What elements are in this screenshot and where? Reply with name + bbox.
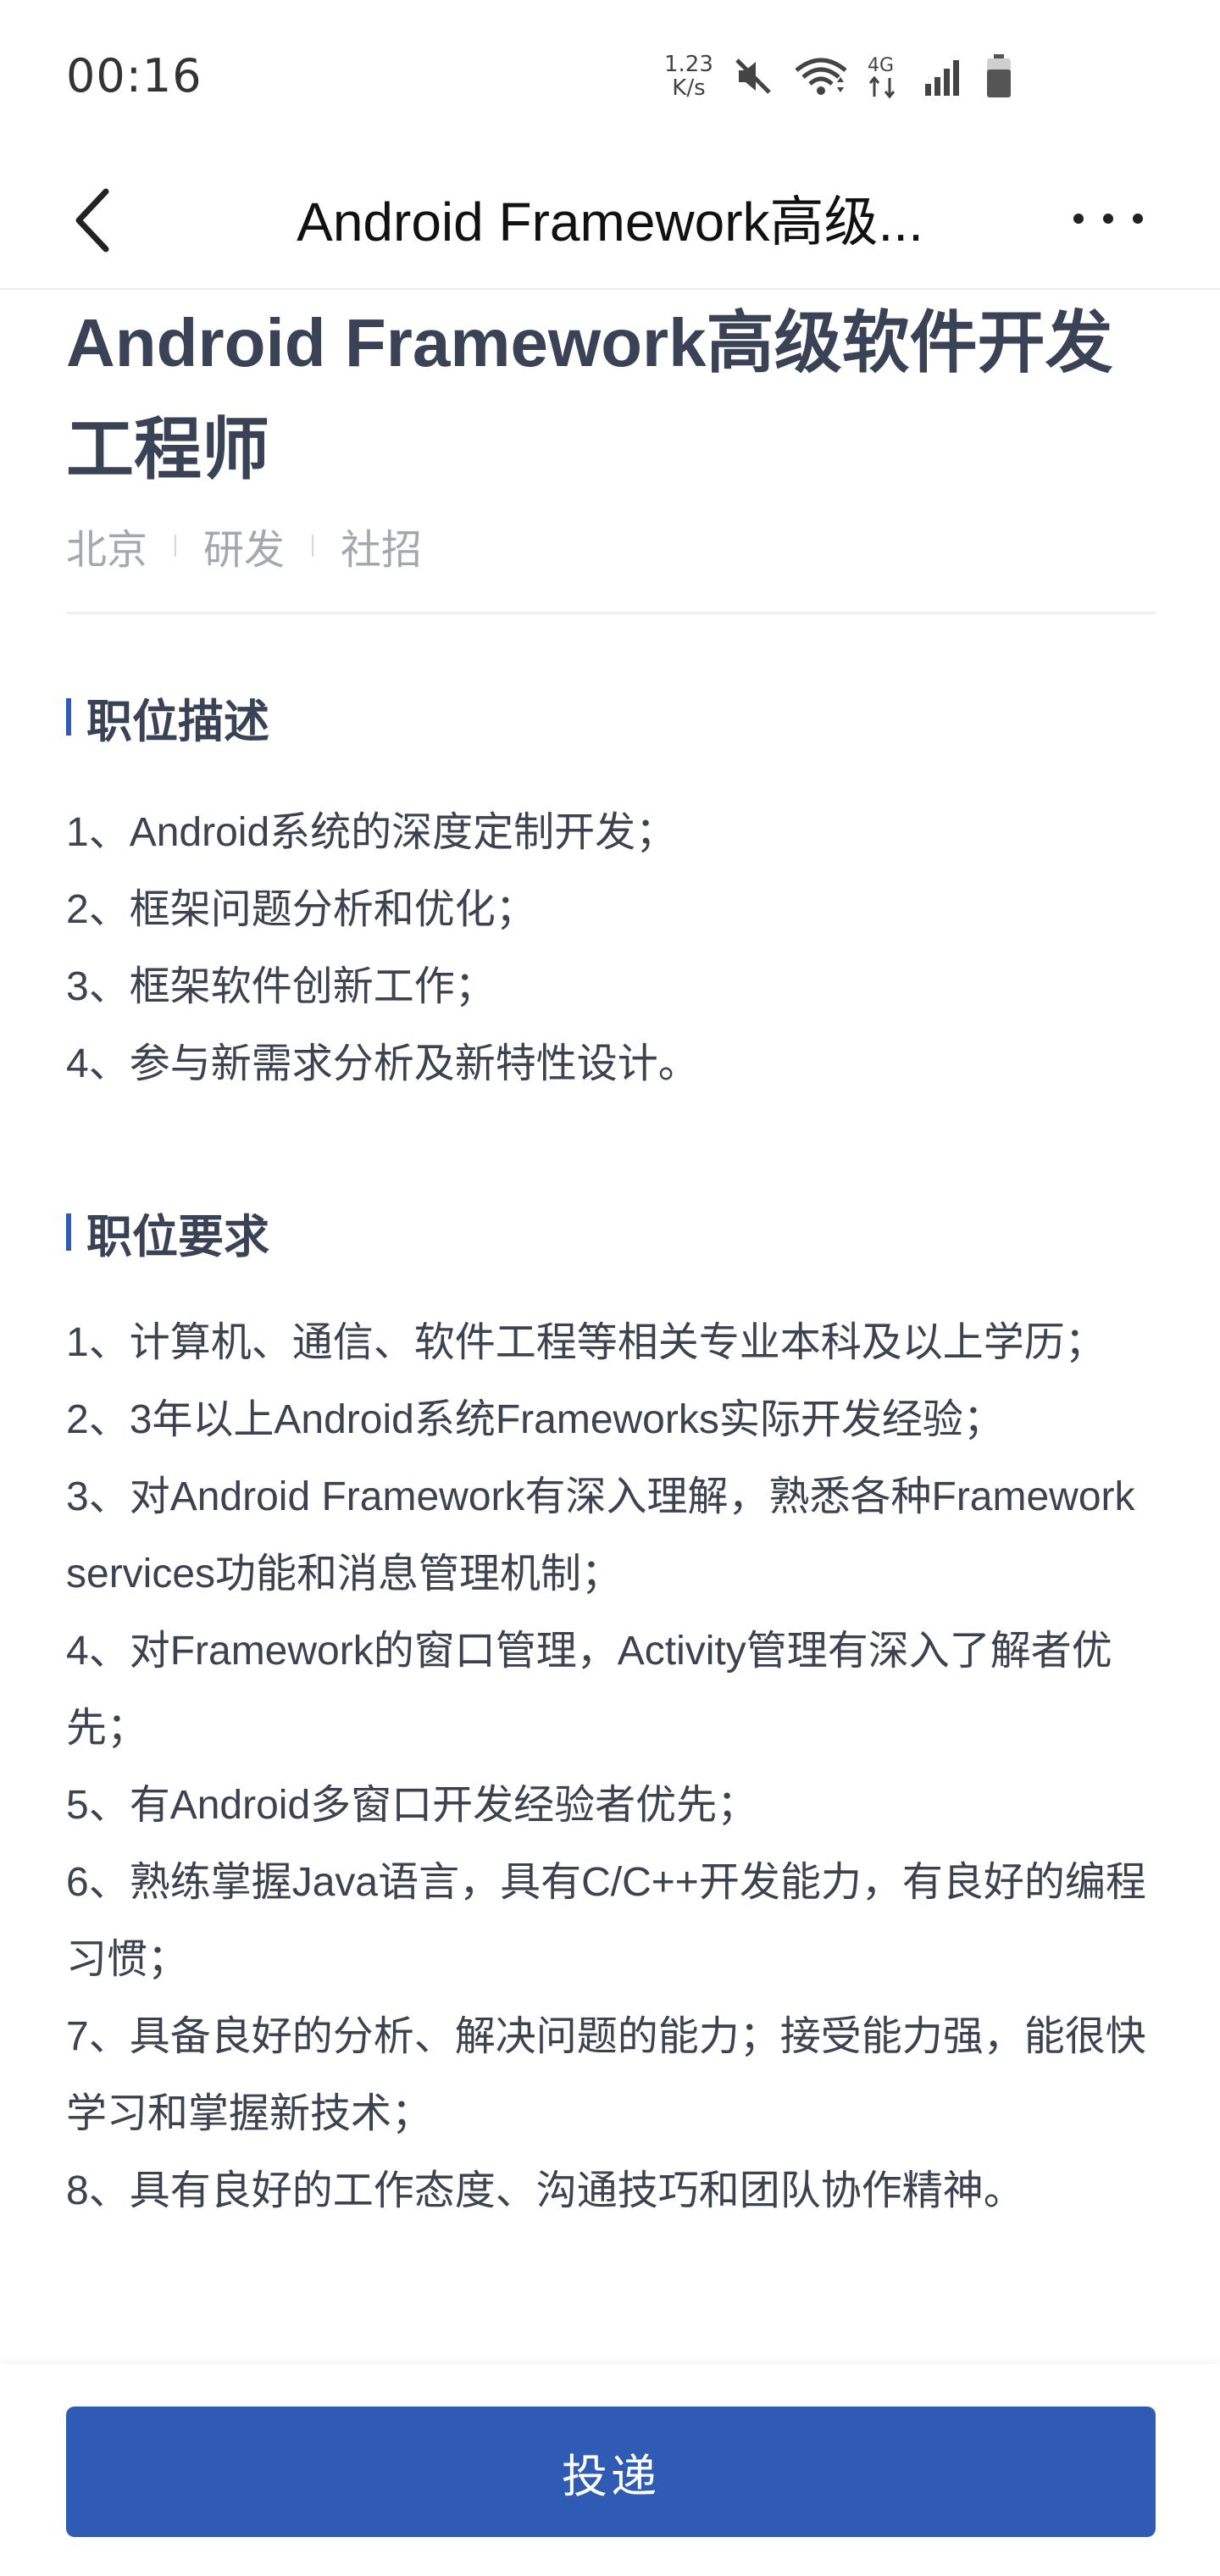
- requirements-list: 1、计算机、通信、软件工程等相关专业本科及以上学历； 2、3年以上Android…: [66, 1304, 1156, 2229]
- wifi-icon: [793, 55, 849, 97]
- status-bar: 00:16 1.23 K/s 4G: [0, 0, 1220, 161]
- list-item: 4、对Framework的窗口管理，Activity管理有深入了解者优先；: [66, 1629, 1112, 1751]
- section-heading-text: 职位描述: [86, 696, 269, 747]
- network-type-label: 4G: [868, 55, 894, 76]
- net-speed-value: 1.23: [664, 52, 713, 77]
- net-speed-indicator: 1.23 K/s: [664, 53, 713, 100]
- status-icons: 1.23 K/s 4G: [664, 51, 1013, 102]
- list-item: 2、框架问题分析和优化；: [66, 887, 536, 932]
- tag-separator: [175, 535, 177, 557]
- list-item: 1、Android系统的深度定制开发；: [66, 810, 677, 855]
- heading-accent-bar: [66, 1213, 71, 1251]
- list-item: 1、计算机、通信、软件工程等相关专业本科及以上学历；: [66, 1320, 1106, 1365]
- mute-icon: [732, 55, 774, 97]
- tag-separator: [312, 535, 314, 557]
- job-detail-page: 00:16 1.23 K/s 4G Android Framework高级...…: [0, 0, 1220, 2576]
- nav-title: Android Framework高级...: [297, 192, 923, 253]
- more-dots-icon[interactable]: [1066, 185, 1151, 253]
- nav-bar: Android Framework高级...: [0, 161, 1220, 290]
- job-tags: 北京 研发 社招: [66, 512, 1156, 580]
- job-content: Android Framework高级软件开发工程师 北京 研发 社招 职位描述…: [66, 290, 1156, 2229]
- mobile-data-icon: 4G: [868, 53, 905, 100]
- signal-icon: [923, 55, 966, 97]
- description-list: 1、Android系统的深度定制开发； 2、框架问题分析和优化； 3、框架软件创…: [66, 794, 1156, 1102]
- apply-button[interactable]: 投递: [66, 2407, 1156, 2537]
- divider: [66, 612, 1156, 614]
- tag-recruit-type: 社招: [341, 528, 423, 573]
- section-heading-description: 职位描述: [66, 687, 1156, 747]
- list-item: 3、对Android Framework有深入理解，熟悉各种Framework …: [66, 1474, 1135, 1596]
- chevron-left-icon[interactable]: [59, 186, 127, 254]
- list-item: 3、框架软件创新工作；: [66, 964, 496, 1009]
- list-item: 5、有Android多窗口开发经验者优先；: [66, 1783, 758, 1828]
- section-heading-requirements: 职位要求: [66, 1202, 1156, 1263]
- list-item: 2、3年以上Android系统Frameworks实际开发经验；: [66, 1397, 1004, 1442]
- net-speed-unit: K/s: [672, 75, 706, 101]
- list-item: 7、具备良好的分析、解决问题的能力；接受能力强，能很快学习和掌握新技术；: [66, 2014, 1146, 2136]
- battery-icon: [984, 53, 1013, 100]
- bottom-action-bar: 投递: [0, 2364, 1220, 2576]
- section-heading-text: 职位要求: [86, 1211, 269, 1263]
- tag-category: 研发: [203, 528, 286, 573]
- tag-location: 北京: [66, 528, 148, 573]
- heading-accent-bar: [66, 698, 71, 736]
- list-item: 8、具有良好的工作态度、沟通技巧和团队协作精神。: [66, 2168, 1024, 2213]
- status-time: 00:16: [66, 49, 202, 103]
- list-item: 6、熟练掌握Java语言，具有C/C++开发能力，有良好的编程习惯；: [66, 1860, 1146, 1982]
- list-item: 4、参与新需求分析及新特性设计。: [66, 1041, 699, 1086]
- job-title: Android Framework高级软件开发工程师: [66, 305, 1113, 487]
